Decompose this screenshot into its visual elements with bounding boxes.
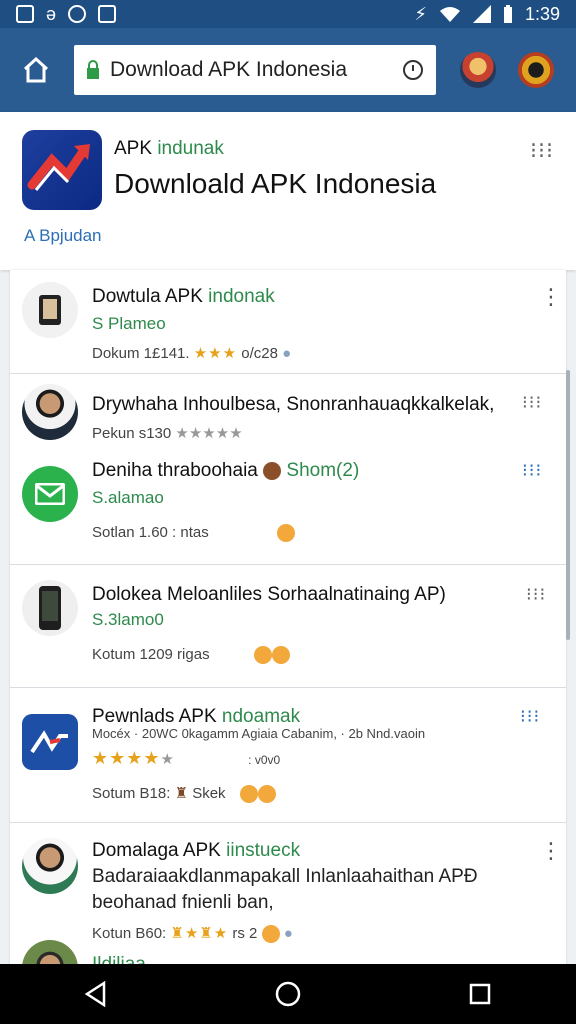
rating-stars: ★★★★ bbox=[92, 748, 161, 768]
divider bbox=[10, 373, 566, 374]
address-bar[interactable]: Download APK Indonesia bbox=[74, 45, 436, 95]
app-description: Badaraiaakdlanmapakall Inlanlaahaithan A… bbox=[92, 866, 478, 887]
divider bbox=[10, 822, 566, 823]
vibrate-icon: ⚡ bbox=[414, 4, 427, 24]
alarm-icon: ə bbox=[46, 4, 57, 24]
more-horiz-icon[interactable]: ⁝⁝⁝ bbox=[520, 706, 540, 727]
person-icon: ♜ bbox=[174, 785, 189, 802]
home-icon bbox=[23, 57, 49, 83]
divider bbox=[10, 564, 566, 565]
app-title: Deniha thraboohaia Shom(2) bbox=[92, 460, 360, 481]
back-button[interactable] bbox=[72, 970, 120, 1018]
emoji-icon bbox=[239, 785, 258, 804]
back-icon bbox=[84, 981, 106, 1007]
status-left-icons: ə bbox=[16, 4, 117, 24]
more-horiz-icon[interactable]: ⁝⁝⁝ bbox=[526, 584, 546, 605]
phone-app-icon bbox=[22, 580, 78, 636]
emoji-icon bbox=[271, 646, 290, 665]
status-time: 1:39 bbox=[524, 3, 560, 24]
app-icon bbox=[22, 714, 78, 770]
app-list: Dowtula APK indonak S Plameo Dokum 1£141… bbox=[10, 270, 566, 966]
app-publisher: S.3lamo0 bbox=[92, 610, 164, 629]
rating-stars: ♜★♜★ bbox=[170, 925, 229, 942]
page-title: Downloald APK Indonesia bbox=[114, 168, 437, 199]
app-meta: Sotum B18: ♜ Skek bbox=[92, 784, 276, 804]
emoji-icon bbox=[261, 925, 280, 944]
header-link[interactable]: A Bpjudan bbox=[24, 226, 102, 246]
app-title: Pewnlads APK ndoamak bbox=[92, 706, 301, 727]
circle-notification-icon bbox=[68, 5, 87, 23]
emoji-icon bbox=[257, 785, 276, 804]
home-circle-icon bbox=[275, 981, 301, 1007]
user-avatar bbox=[22, 940, 78, 966]
more-vert-icon[interactable]: ⋮ bbox=[540, 840, 562, 862]
emoji-icon bbox=[263, 461, 282, 480]
scrollbar[interactable] bbox=[566, 370, 570, 640]
rating-stars: ★★★★★ bbox=[175, 425, 243, 442]
app-meta: Pekun s130 ★★★★★ bbox=[92, 425, 243, 442]
app-header-card: APK indunak Downloald APK Indonesia ⁝⁝⁝ … bbox=[0, 112, 576, 270]
divider bbox=[10, 687, 566, 688]
message-app-icon bbox=[22, 466, 78, 522]
url-text: Download APK Indonesia bbox=[110, 58, 347, 81]
app-logo-icon bbox=[22, 130, 102, 210]
app-title: Drywhaha Inhoulbesa, Snonranhauaqkkalkel… bbox=[92, 394, 495, 415]
app-title: Dowtula APK indonak bbox=[92, 286, 275, 307]
info-dot-icon: ● bbox=[283, 925, 293, 942]
status-bar: ə ⚡ 1:39 bbox=[0, 0, 576, 28]
home-button[interactable] bbox=[14, 48, 58, 92]
app-subtitle: APK indunak bbox=[114, 138, 224, 159]
more-horiz-icon[interactable]: ⁝⁝⁝ bbox=[522, 392, 542, 413]
app-title: Dolokea Meloanliles Sorhaalnatinaing AP) bbox=[92, 584, 446, 605]
system-nav-bar bbox=[0, 964, 576, 1024]
browser-toolbar: Download APK Indonesia bbox=[0, 28, 576, 112]
wifi-icon bbox=[439, 7, 460, 22]
app-rating: ★★★★★ : v0v0 bbox=[92, 748, 281, 768]
profile-avatar-1[interactable] bbox=[460, 52, 496, 88]
more-options-grid-icon[interactable]: ⁝⁝⁝ bbox=[530, 138, 554, 164]
battery-icon bbox=[503, 5, 512, 23]
app-title: Domalaga APK iinstueck bbox=[92, 840, 301, 861]
app-meta: Kotun B60: ♜★♜★ rs 2 ● bbox=[92, 925, 293, 944]
photos-notification-icon bbox=[98, 5, 117, 23]
recents-button[interactable] bbox=[456, 970, 504, 1018]
rating-stars: ★★★ bbox=[193, 345, 238, 362]
app-icon bbox=[22, 282, 78, 338]
emoji-icon bbox=[276, 524, 295, 543]
profile-avatar-2[interactable] bbox=[518, 52, 554, 88]
app-publisher: S Plameo bbox=[92, 314, 166, 333]
app-meta: Kotum 1209 rigas bbox=[92, 646, 290, 665]
app-publisher: S.alamao bbox=[92, 488, 164, 507]
home-nav-button[interactable] bbox=[264, 970, 312, 1018]
status-right-icons: ⚡ 1:39 bbox=[414, 4, 560, 25]
more-horiz-icon[interactable]: ⁝⁝⁝ bbox=[522, 460, 542, 481]
info-icon[interactable] bbox=[402, 59, 424, 81]
screenshot-icon bbox=[16, 5, 34, 23]
user-avatar bbox=[22, 838, 78, 894]
info-dot-icon: ● bbox=[282, 345, 292, 362]
user-avatar bbox=[22, 384, 78, 440]
app-meta: Sotlan 1.60 : ntas bbox=[92, 524, 295, 543]
app-meta: Dokum 1£141. ★★★ o/c28 ● bbox=[92, 345, 292, 362]
app-description: Mocéx · 20WC 0kagamm Agiaia Cabanim, · 2… bbox=[92, 726, 426, 741]
lock-icon bbox=[87, 60, 99, 79]
recents-icon bbox=[469, 983, 491, 1005]
signal-icon bbox=[472, 5, 491, 23]
app-description: beohanad fnienli ban, bbox=[92, 892, 274, 913]
emoji-icon bbox=[253, 646, 272, 665]
more-vert-icon[interactable]: ⋮ bbox=[540, 286, 562, 308]
